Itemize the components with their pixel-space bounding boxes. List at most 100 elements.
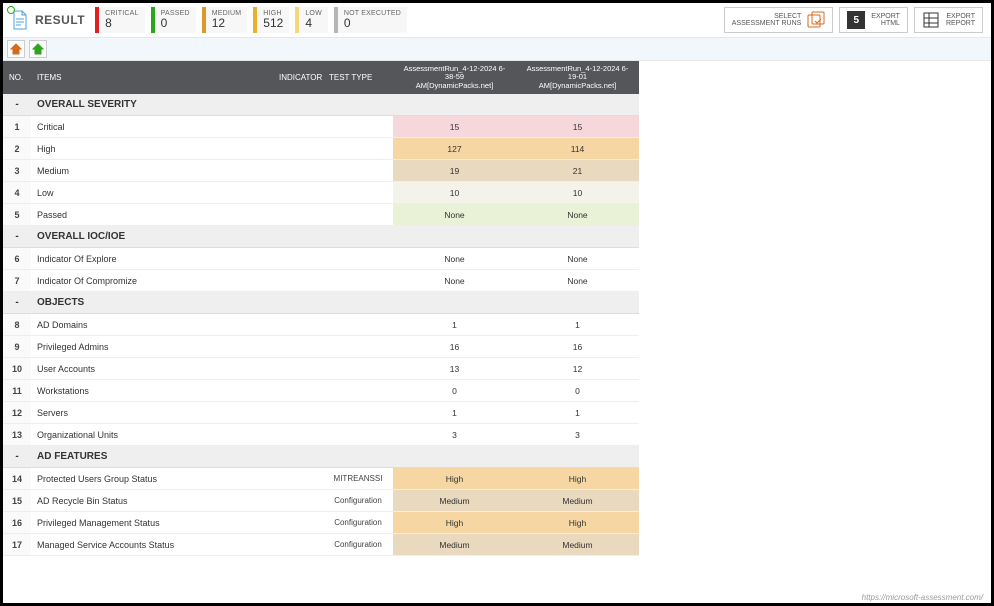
table-row: 8AD Domains11 (3, 314, 639, 336)
row-test-type: Configuration (323, 512, 393, 534)
select-runs-icon (807, 11, 825, 29)
stat-critical-value: 8 (105, 17, 112, 30)
table-row: 11Workstations00 (3, 380, 639, 402)
row-no: 15 (3, 490, 31, 512)
table-row: 1Critical1515 (3, 116, 639, 138)
row-value-run2: 3 (516, 424, 639, 446)
row-value-run2 (516, 292, 639, 314)
col-items[interactable]: ITEMS (31, 61, 273, 94)
row-value-run2: 16 (516, 336, 639, 358)
row-indicator (273, 358, 323, 380)
row-value-run1: 15 (393, 116, 516, 138)
row-value-run2: None (516, 248, 639, 270)
stat-high: HIGH 512 (253, 7, 289, 33)
col-run-1[interactable]: AssessmentRun_4-12-2024 6-38-59 AM[Dynam… (393, 61, 516, 94)
row-indicator (273, 468, 323, 490)
row-test-type (323, 182, 393, 204)
row-item: OBJECTS (31, 292, 273, 314)
row-item: User Accounts (31, 358, 273, 380)
row-test-type: MITREANSSI (323, 468, 393, 490)
row-indicator (273, 512, 323, 534)
row-test-type (323, 402, 393, 424)
status-dot-icon (7, 6, 15, 14)
row-test-type (323, 314, 393, 336)
col-indicator[interactable]: INDICATOR (273, 61, 323, 94)
table-row: 16Privileged Management StatusConfigurat… (3, 512, 639, 534)
row-value-run1: 0 (393, 380, 516, 402)
spreadsheet-icon (922, 11, 940, 29)
table-row: 5PassedNoneNone (3, 204, 639, 226)
row-value-run2: High (516, 512, 639, 534)
row-item: Managed Service Accounts Status (31, 534, 273, 556)
table-row: 12Servers11 (3, 402, 639, 424)
row-no: - (3, 446, 31, 468)
col-run-2[interactable]: AssessmentRun_4-12-2024 6-19-01 AM[Dynam… (516, 61, 639, 94)
select-line2: ASSESSMENT RUNS (732, 20, 802, 27)
results-table: NO. ITEMS INDICATOR TEST TYPE Assessment… (3, 61, 639, 556)
select-assessment-runs-button[interactable]: SELECT ASSESSMENT RUNS (724, 7, 834, 33)
row-value-run2 (516, 226, 639, 248)
row-value-run2: Medium (516, 534, 639, 556)
row-value-run1: 19 (393, 160, 516, 182)
export-html-line2: HTML (881, 20, 900, 27)
export-html-button[interactable]: 5 EXPORT HTML (839, 7, 908, 33)
stat-low: LOW 4 (295, 7, 328, 33)
table-row: 3Medium1921 (3, 160, 639, 182)
row-value-run2 (516, 446, 639, 468)
row-value-run2: None (516, 204, 639, 226)
row-item: OVERALL SEVERITY (31, 94, 273, 116)
row-value-run1 (393, 226, 516, 248)
row-item: Passed (31, 204, 273, 226)
stat-notexec-value: 0 (344, 17, 351, 30)
home-green-button[interactable] (29, 40, 47, 58)
row-value-run1: None (393, 204, 516, 226)
row-value-run2: High (516, 468, 639, 490)
row-value-run2: 1 (516, 402, 639, 424)
row-indicator (273, 138, 323, 160)
col-no[interactable]: NO. (3, 61, 31, 94)
row-no: 1 (3, 116, 31, 138)
row-item: AD Domains (31, 314, 273, 336)
row-value-run1: 16 (393, 336, 516, 358)
row-no: 7 (3, 270, 31, 292)
col-test-type[interactable]: TEST TYPE (323, 61, 393, 94)
row-indicator (273, 336, 323, 358)
home-orange-button[interactable] (7, 40, 25, 58)
row-value-run1: Medium (393, 490, 516, 512)
row-value-run2: 12 (516, 358, 639, 380)
row-no: 10 (3, 358, 31, 380)
top-toolbar: RESULT CRITICAL 8 PASSED 0 MEDIUM 12 HIG… (3, 3, 991, 38)
row-test-type: Configuration (323, 534, 393, 556)
row-test-type (323, 204, 393, 226)
results-body: -OVERALL SEVERITY1Critical15152High12711… (3, 94, 639, 556)
stat-passed: PASSED 0 (151, 7, 196, 33)
html5-icon: 5 (847, 11, 865, 29)
row-test-type (323, 358, 393, 380)
row-indicator (273, 534, 323, 556)
table-row: 14Protected Users Group StatusMITREANSSI… (3, 468, 639, 490)
select-line1: SELECT (774, 13, 801, 20)
row-value-run1: 127 (393, 138, 516, 160)
section-row: -AD FEATURES (3, 446, 639, 468)
row-indicator (273, 380, 323, 402)
row-value-run1: None (393, 270, 516, 292)
stat-high-value: 512 (263, 17, 283, 30)
row-test-type (323, 446, 393, 468)
app-window: RESULT CRITICAL 8 PASSED 0 MEDIUM 12 HIG… (0, 0, 994, 606)
row-test-type (323, 94, 393, 116)
row-no: 12 (3, 402, 31, 424)
stat-low-value: 4 (305, 17, 312, 30)
row-test-type (323, 424, 393, 446)
export-report-button[interactable]: EXPORT REPORT (914, 7, 983, 33)
table-row: 7Indicator Of CompromizeNoneNone (3, 270, 639, 292)
row-no: 13 (3, 424, 31, 446)
row-value-run2: None (516, 270, 639, 292)
table-row: 9Privileged Admins1616 (3, 336, 639, 358)
row-no: 2 (3, 138, 31, 160)
results-scroll-region[interactable]: NO. ITEMS INDICATOR TEST TYPE Assessment… (3, 61, 991, 603)
row-item: Servers (31, 402, 273, 424)
row-value-run1: 13 (393, 358, 516, 380)
row-test-type (323, 248, 393, 270)
row-test-type (323, 292, 393, 314)
row-value-run2: 0 (516, 380, 639, 402)
